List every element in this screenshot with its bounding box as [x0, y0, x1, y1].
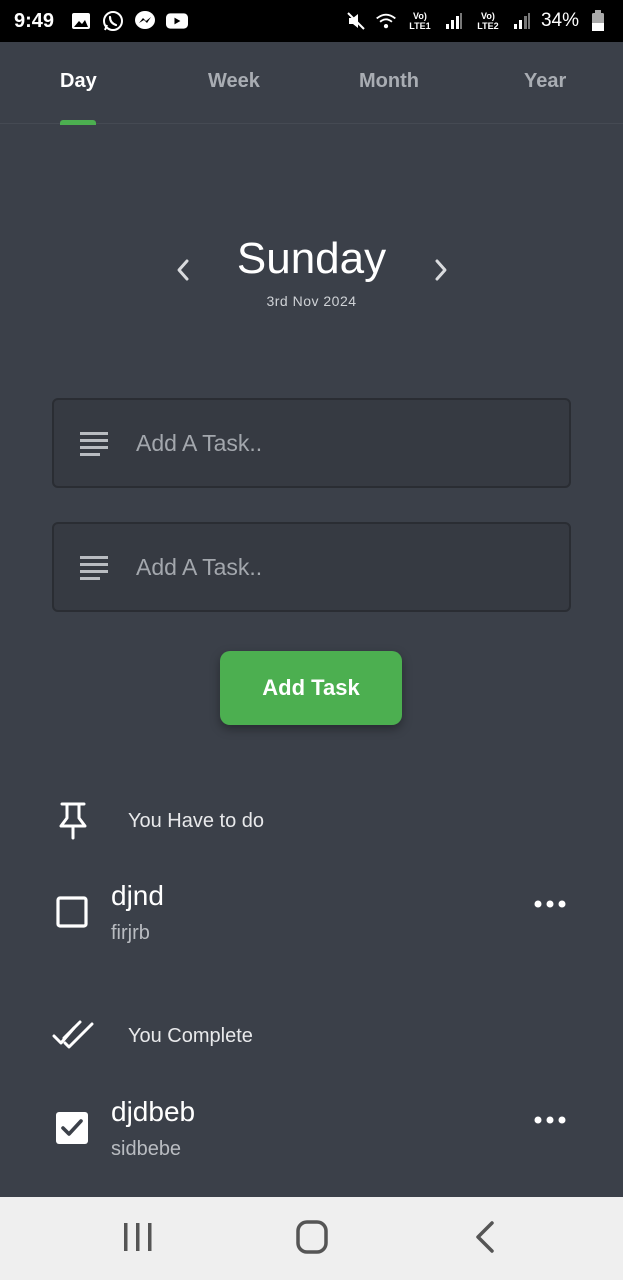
period-tabs: Day Week Month Year [0, 42, 623, 124]
task-description-input[interactable] [136, 553, 516, 581]
sim1-label: Vo) LTE1 [409, 11, 431, 31]
date-subtitle: 3rd Nov 2024 [266, 293, 357, 309]
active-tab-indicator [60, 120, 96, 125]
notes-icon [80, 432, 108, 456]
battery-icon [587, 10, 609, 32]
pin-icon [59, 802, 87, 840]
chevron-right-icon [435, 259, 447, 281]
unchecked-checkbox[interactable] [56, 896, 88, 928]
task-title-field[interactable] [52, 398, 571, 488]
tab-day[interactable]: Day [60, 70, 97, 93]
complete-section-header: You Complete [52, 1018, 253, 1054]
status-time: 9:49 [14, 9, 55, 32]
checked-checkbox[interactable] [56, 1112, 88, 1144]
back-icon[interactable] [466, 1219, 506, 1255]
notification-icons [70, 10, 189, 32]
wifi-icon [375, 10, 397, 32]
task-subtitle: sidbebe [111, 1138, 182, 1160]
list-item: djdbeb sidbebe [56, 1096, 571, 1166]
system-nav-bar [0, 1197, 623, 1280]
add-task-button[interactable]: Add Task [220, 651, 402, 725]
messenger-icon [134, 10, 156, 32]
day-title: Sunday [236, 234, 387, 283]
todo-section-header: You Have to do [52, 802, 264, 840]
notes-icon [80, 556, 108, 580]
task-title-input[interactable] [136, 429, 516, 457]
list-item: djnd firjrb [56, 880, 571, 950]
signal-icon [511, 10, 533, 32]
status-right: Vo) LTE1 Vo) LTE2 34% [345, 10, 609, 32]
mute-icon [345, 10, 367, 32]
tab-week[interactable]: Week [208, 70, 260, 93]
home-icon[interactable] [292, 1219, 332, 1255]
battery-percent: 34% [540, 10, 579, 31]
complete-section-label: You Complete [128, 1024, 253, 1047]
task-subtitle: firjrb [111, 922, 150, 944]
task-title: djnd [111, 880, 164, 911]
more-options-icon[interactable] [534, 898, 566, 910]
gallery-icon [70, 10, 92, 32]
sim2-label: Vo) LTE2 [477, 11, 499, 31]
todo-section-label: You Have to do [128, 809, 265, 832]
next-day-button[interactable] [428, 256, 454, 284]
whatsapp-icon [102, 10, 124, 32]
double-check-icon [52, 1020, 94, 1049]
tab-year[interactable]: Year [524, 70, 566, 93]
recent-apps-icon[interactable] [118, 1219, 158, 1255]
more-options-icon[interactable] [534, 1114, 566, 1126]
youtube-icon [166, 10, 189, 32]
task-title: djdbeb [111, 1096, 196, 1127]
status-bar: 9:49 Vo) LTE1 Vo) LTE2 34% [0, 0, 623, 42]
signal-icon [443, 10, 465, 32]
task-description-field[interactable] [52, 522, 571, 612]
tab-month[interactable]: Month [359, 70, 419, 93]
